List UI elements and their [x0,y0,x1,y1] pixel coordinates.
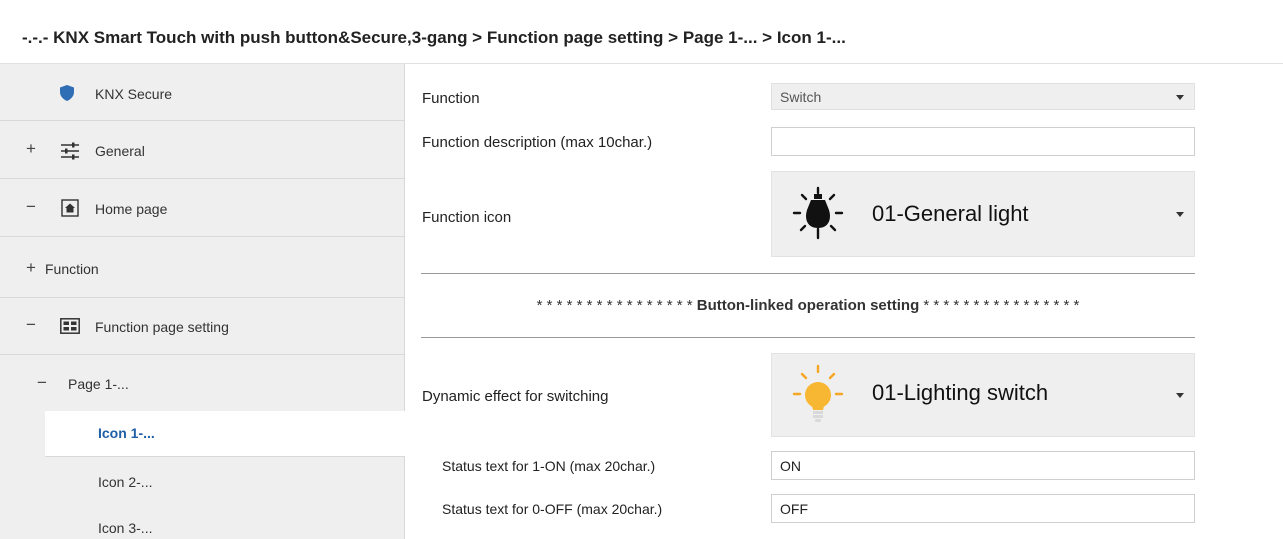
function-label: Function [422,90,480,107]
dynamic-effect-select[interactable]: 01-Lighting switch [771,353,1195,437]
collapse-icon[interactable]: − [35,373,49,393]
function-icon-select[interactable]: 01-General light [771,171,1195,257]
section-title-stars-right: * * * * * * * * * * * * * * * * [923,297,1080,314]
function-select-value: Switch [780,89,822,105]
grid-icon [60,318,80,334]
breadcrumb-bar: -.-.- KNX Smart Touch with push button&S… [0,0,1283,64]
expand-icon[interactable]: + [24,258,38,278]
section-title-stars-left: * * * * * * * * * * * * * * * * [536,297,693,314]
sidebar-item-general[interactable]: + General [0,121,404,179]
sidebar-item-label: Icon 2-... [98,474,153,490]
light-bulb-icon [788,186,848,249]
collapse-icon[interactable]: − [24,197,38,217]
function-icon-value: 01-General light [872,201,1029,226]
expand-icon[interactable]: + [24,139,38,159]
status-off-input[interactable]: OFF [771,494,1195,523]
collapse-icon[interactable]: − [24,315,38,335]
sidebar-item-icon-2[interactable]: Icon 2-... [45,456,404,504]
section-title: * * * * * * * * * * * * * * * * Button-l… [421,297,1195,314]
sidebar-item-page-1[interactable]: − Page 1-... [0,355,404,411]
sidebar-item-label: Icon 3-... [98,520,153,536]
divider [421,273,1195,274]
function-select[interactable]: Switch [771,83,1195,110]
sidebar-item-function[interactable]: + Function [0,237,404,298]
sidebar-item-label: KNX Secure [95,86,173,102]
sidebar-item-label: Home page [95,201,168,217]
sidebar-item-function-page-setting[interactable]: − Function page setting [0,298,404,355]
status-on-input[interactable]: ON [771,451,1195,480]
sidebar-item-label: Icon 1-... [98,425,155,441]
breadcrumb: -.-.- KNX Smart Touch with push button&S… [22,28,846,47]
settings-panel: Function Switch Function description (ma… [406,64,1283,539]
sidebar-item-label: Function page setting [95,319,229,335]
sidebar-item-icon-1[interactable]: Icon 1-... [45,411,405,456]
chevron-down-icon [1176,94,1184,100]
sidebar-item-label: Page 1-... [68,376,129,392]
description-input[interactable] [771,127,1195,156]
sidebar-item-home-page[interactable]: − Home page [0,179,404,237]
sidebar: KNX Secure + General − Home page + Funct… [0,64,405,539]
sidebar-item-icon-3[interactable]: Icon 3-... [45,504,404,539]
sliders-icon [60,142,80,160]
function-icon-label: Function icon [422,209,512,226]
chevron-down-icon [1176,212,1184,217]
section-title-text: Button-linked operation setting [696,297,920,314]
sidebar-item-label: General [95,143,145,159]
sidebar-item-label: Function [45,261,99,277]
shield-icon [60,85,74,101]
light-bulb-icon [788,364,848,431]
status-off-label: Status text for 0-OFF (max 20char.) [442,501,663,517]
sidebar-item-knx-secure[interactable]: KNX Secure [0,64,404,121]
dynamic-effect-label: Dynamic effect for switching [422,388,609,405]
description-label: Function description (max 10char.) [422,134,653,151]
status-on-label: Status text for 1-ON (max 20char.) [442,458,656,474]
dynamic-effect-value: 01-Lighting switch [872,380,1049,405]
divider [421,337,1195,338]
home-icon [61,199,79,217]
chevron-down-icon [1176,393,1184,398]
